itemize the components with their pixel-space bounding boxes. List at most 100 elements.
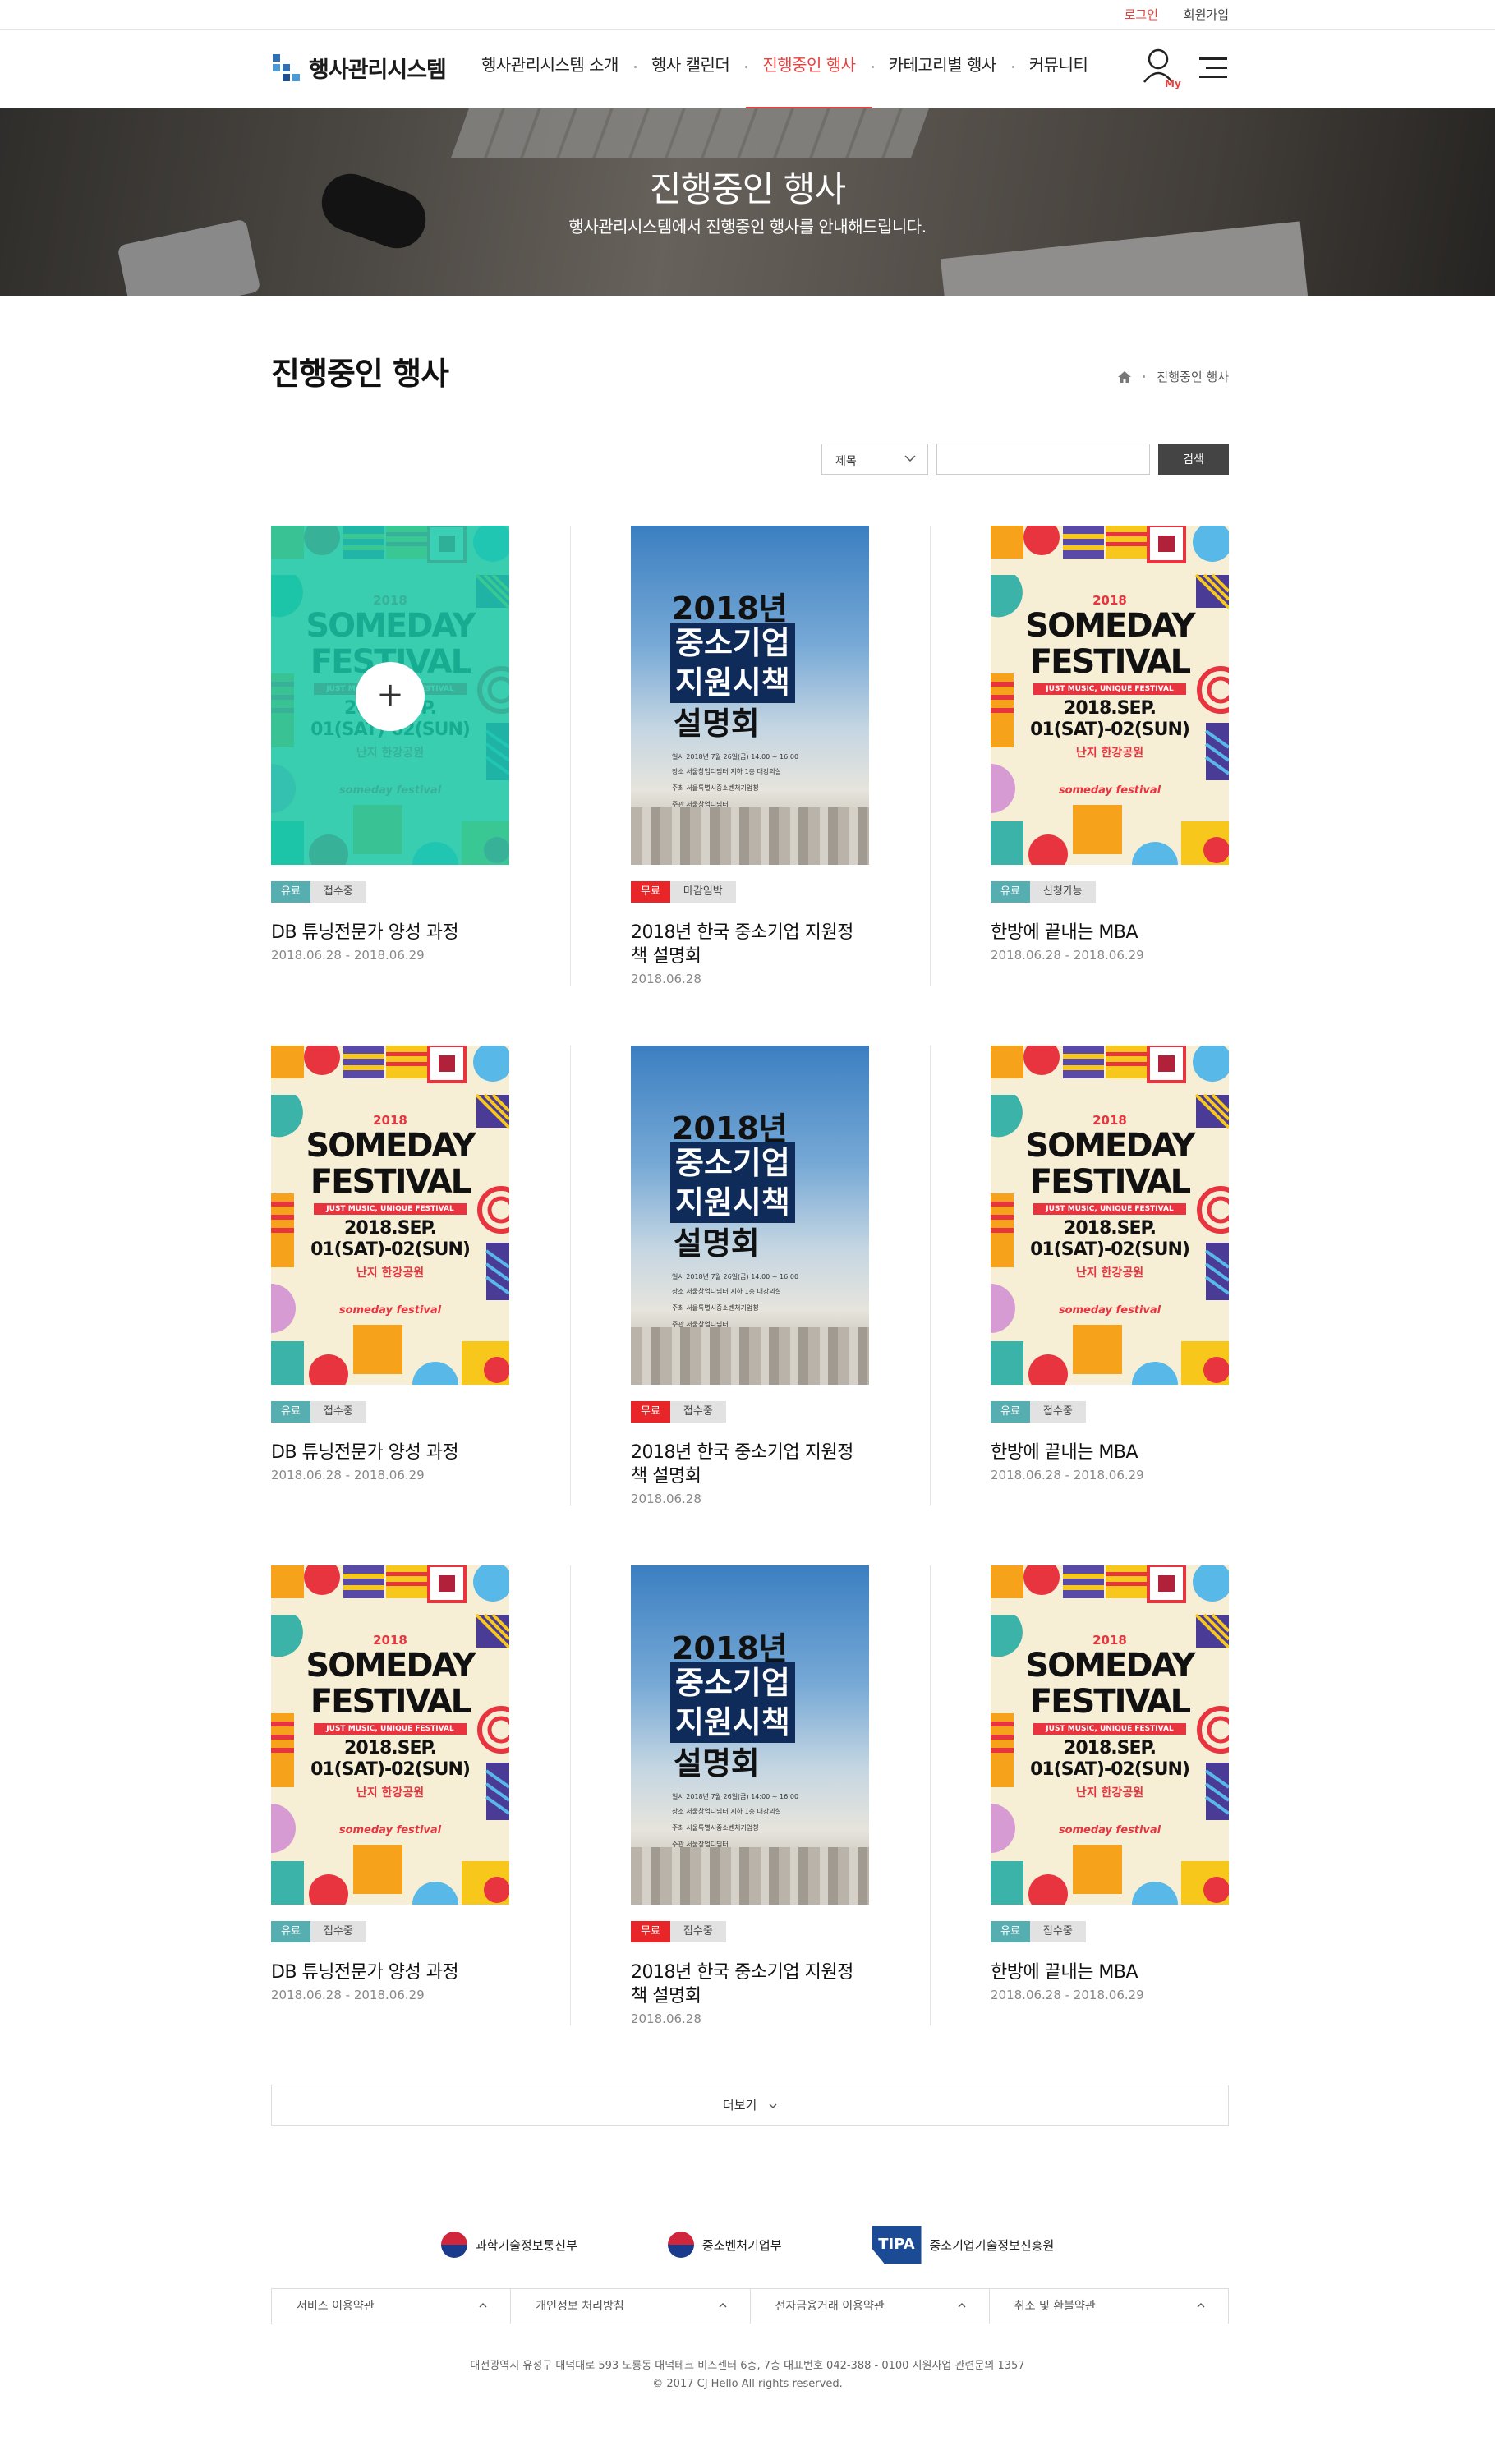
event-date: 2018.06.28 - 2018.06.29 xyxy=(271,1468,425,1483)
footer-link-2[interactable]: 전자금융거래 이용약관 xyxy=(751,2289,990,2324)
site-logo[interactable]: 행사관리시스템 xyxy=(271,51,447,84)
home-icon[interactable] xyxy=(1118,370,1132,383)
breadcrumb: 진행중인 행사 xyxy=(1118,368,1229,385)
event-tags: 유료 접수중 xyxy=(991,1921,1229,1942)
tipa-logo-icon: TIPA xyxy=(872,2226,922,2264)
poster-pattern xyxy=(991,1565,1229,1905)
event-date: 2018.06.28 - 2018.06.29 xyxy=(271,1988,425,2002)
event-date: 2018.06.28 - 2018.06.29 xyxy=(991,1468,1144,1483)
event-row: 2018 SOMEDAY FESTIVAL JUST MUSIC, UNIQUE… xyxy=(271,526,1229,1046)
nav-item-0[interactable]: 행사관리시스템 소개 xyxy=(481,30,637,108)
status-badge: 접수중 xyxy=(310,1921,366,1942)
fee-badge: 유료 xyxy=(991,1401,1030,1423)
nav-item-1[interactable]: 행사 캘린더 xyxy=(635,30,748,108)
event-title[interactable]: DB 튜닝전문가 양성 과정 xyxy=(271,1961,509,1984)
fee-badge: 유료 xyxy=(271,1401,310,1423)
event-card[interactable]: 2018 SOMEDAY FESTIVAL JUST MUSIC, UNIQUE… xyxy=(991,1565,1229,2025)
footer-policy-links: 서비스 이용약관 개인정보 처리방침 전자금융거래 이용약관 취소 및 환불약관 xyxy=(271,2288,1229,2324)
fee-badge: 무료 xyxy=(631,881,670,903)
event-title[interactable]: DB 튜닝전문가 양성 과정 xyxy=(271,921,509,945)
main-nav: 행사관리시스템 소개 행사 캘린더 진행중인 행사 카테고리별 행사 커뮤니티 xyxy=(481,30,1105,109)
fee-badge: 유료 xyxy=(991,881,1030,903)
event-tags: 무료 접수중 xyxy=(631,1401,869,1423)
fee-badge: 무료 xyxy=(631,1401,670,1423)
footer-address: 대전광역시 유성구 대덕대로 593 도룡동 대덕테크 비즈센터 6층, 7층 … xyxy=(0,2357,1495,2393)
event-row: 2018 SOMEDAY FESTIVAL JUST MUSIC, UNIQUE… xyxy=(271,1046,1229,1565)
hamburger-menu-icon[interactable] xyxy=(1199,57,1227,79)
search-bar: 제목 검색 xyxy=(821,444,1229,475)
footer-link-1[interactable]: 개인정보 처리방침 xyxy=(511,2289,751,2324)
event-date: 2018.06.28 xyxy=(631,2011,702,2026)
nav-item-3[interactable]: 카테고리별 행사 xyxy=(872,30,1014,108)
my-label: My xyxy=(1165,78,1181,89)
event-card[interactable]: 2018 SOMEDAY FESTIVAL JUST MUSIC, UNIQUE… xyxy=(991,1046,1229,1506)
event-grid: 2018 SOMEDAY FESTIVAL JUST MUSIC, UNIQUE… xyxy=(271,526,1229,2085)
event-card[interactable]: 2018년 중소기업 지원시책 설명회 일시 2018년 7월 26일(금) 1… xyxy=(631,526,869,986)
event-card[interactable]: 2018년 중소기업 지원시책 설명회 일시 2018년 7월 26일(금) 1… xyxy=(631,1046,869,1506)
event-title[interactable]: 한방에 끝내는 MBA xyxy=(991,1441,1229,1464)
search-input[interactable] xyxy=(936,444,1150,475)
status-badge: 접수중 xyxy=(310,881,366,903)
hero-subtitle: 행사관리시스템에서 진행중인 행사를 안내해드립니다. xyxy=(568,217,927,237)
join-link[interactable]: 회원가입 xyxy=(1184,7,1229,22)
fee-badge: 유료 xyxy=(271,1921,310,1942)
search-field-select[interactable]: 제목 xyxy=(821,444,928,475)
footer-org-logos: 과학기술정보통신부 중소벤처기업부 TIPA 중소기업기술정보진흥원 xyxy=(0,2226,1495,2264)
load-more-button[interactable]: 더보기 xyxy=(271,2085,1229,2126)
site-header: 행사관리시스템 행사관리시스템 소개 행사 캘린더 진행중인 행사 카테고리별 행사 커… xyxy=(0,30,1495,109)
status-badge: 접수중 xyxy=(1029,1401,1086,1423)
event-card[interactable]: 2018 SOMEDAY FESTIVAL JUST MUSIC, UNIQUE… xyxy=(991,526,1229,986)
event-title[interactable]: 한방에 끝내는 MBA xyxy=(991,921,1229,945)
taegeuk-icon xyxy=(440,2232,467,2258)
event-title[interactable]: 2018년 한국 중소기업 지원정책 설명회 xyxy=(631,1441,869,1488)
event-poster[interactable]: 2018 SOMEDAY FESTIVAL JUST MUSIC, UNIQUE… xyxy=(991,526,1229,865)
status-badge: 마감임박 xyxy=(669,881,736,903)
org-tipa-logo[interactable]: TIPA 중소기업기술정보진흥원 xyxy=(872,2226,1054,2264)
status-badge: 신청가능 xyxy=(1029,881,1096,903)
city-skyline-graphic xyxy=(631,807,869,865)
status-badge: 접수중 xyxy=(310,1401,366,1423)
chevron-up-icon xyxy=(1197,2303,1205,2308)
event-poster[interactable]: 2018 SOMEDAY FESTIVAL JUST MUSIC, UNIQUE… xyxy=(991,1565,1229,1905)
event-title[interactable]: DB 튜닝전문가 양성 과정 xyxy=(271,1441,509,1464)
org-msit-logo[interactable]: 과학기술정보통신부 xyxy=(440,2226,577,2264)
event-tags: 유료 접수중 xyxy=(991,1401,1229,1423)
plus-icon[interactable]: + xyxy=(356,662,425,731)
utility-links: 로그인 회원가입 xyxy=(1103,6,1229,23)
login-link[interactable]: 로그인 xyxy=(1125,7,1158,22)
event-title[interactable]: 2018년 한국 중소기업 지원정책 설명회 xyxy=(631,1961,869,2008)
event-title[interactable]: 2018년 한국 중소기업 지원정책 설명회 xyxy=(631,921,869,968)
hero-title: 진행중인 행사 xyxy=(649,169,846,209)
event-poster[interactable]: 2018년 중소기업 지원시책 설명회 일시 2018년 7월 26일(금) 1… xyxy=(631,1046,869,1385)
event-poster[interactable]: 2018 SOMEDAY FESTIVAL JUST MUSIC, UNIQUE… xyxy=(271,1565,509,1905)
event-date: 2018.06.28 - 2018.06.29 xyxy=(991,1988,1144,2002)
org-mss-logo[interactable]: 중소벤처기업부 xyxy=(667,2226,782,2264)
event-card[interactable]: 2018 SOMEDAY FESTIVAL JUST MUSIC, UNIQUE… xyxy=(271,1565,509,2025)
event-tags: 유료 접수중 xyxy=(271,1921,509,1942)
event-poster[interactable]: 2018 SOMEDAY FESTIVAL JUST MUSIC, UNIQUE… xyxy=(991,1046,1229,1385)
poster-pattern xyxy=(271,1565,509,1905)
event-date: 2018.06.28 - 2018.06.29 xyxy=(991,948,1144,963)
nav-item-2[interactable]: 진행중인 행사 xyxy=(746,30,874,109)
event-poster[interactable]: 2018년 중소기업 지원시책 설명회 일시 2018년 7월 26일(금) 1… xyxy=(631,526,869,865)
event-card[interactable]: 2018 SOMEDAY FESTIVAL JUST MUSIC, UNIQUE… xyxy=(271,1046,509,1506)
event-title[interactable]: 한방에 끝내는 MBA xyxy=(991,1961,1229,1984)
footer-link-0[interactable]: 서비스 이용약관 xyxy=(272,2289,512,2324)
event-date: 2018.06.28 xyxy=(631,972,702,986)
event-card[interactable]: 2018 SOMEDAY FESTIVAL JUST MUSIC, UNIQUE… xyxy=(271,526,509,986)
logo-text: 행사관리시스템 xyxy=(309,57,447,83)
status-badge: 접수중 xyxy=(669,1401,726,1423)
event-tags: 무료 접수중 xyxy=(631,1921,869,1942)
search-button[interactable]: 검색 xyxy=(1158,444,1229,475)
event-poster[interactable]: 2018년 중소기업 지원시책 설명회 일시 2018년 7월 26일(금) 1… xyxy=(631,1565,869,1905)
my-page-icon[interactable]: My xyxy=(1142,46,1181,90)
logo-mark-icon xyxy=(271,51,304,84)
footer-link-3[interactable]: 취소 및 환불약관 xyxy=(990,2289,1228,2324)
nav-item-4[interactable]: 커뮤니티 xyxy=(1013,30,1105,108)
fee-badge: 유료 xyxy=(991,1921,1030,1942)
event-poster[interactable]: 2018 SOMEDAY FESTIVAL JUST MUSIC, UNIQUE… xyxy=(271,526,509,865)
event-card[interactable]: 2018년 중소기업 지원시책 설명회 일시 2018년 7월 26일(금) 1… xyxy=(631,1565,869,2026)
address-text: 대전광역시 유성구 대덕대로 593 도룡동 대덕테크 비즈센터 6층, 7층 … xyxy=(470,2360,1025,2372)
chevron-down-icon xyxy=(904,455,916,462)
event-poster[interactable]: 2018 SOMEDAY FESTIVAL JUST MUSIC, UNIQUE… xyxy=(271,1046,509,1385)
